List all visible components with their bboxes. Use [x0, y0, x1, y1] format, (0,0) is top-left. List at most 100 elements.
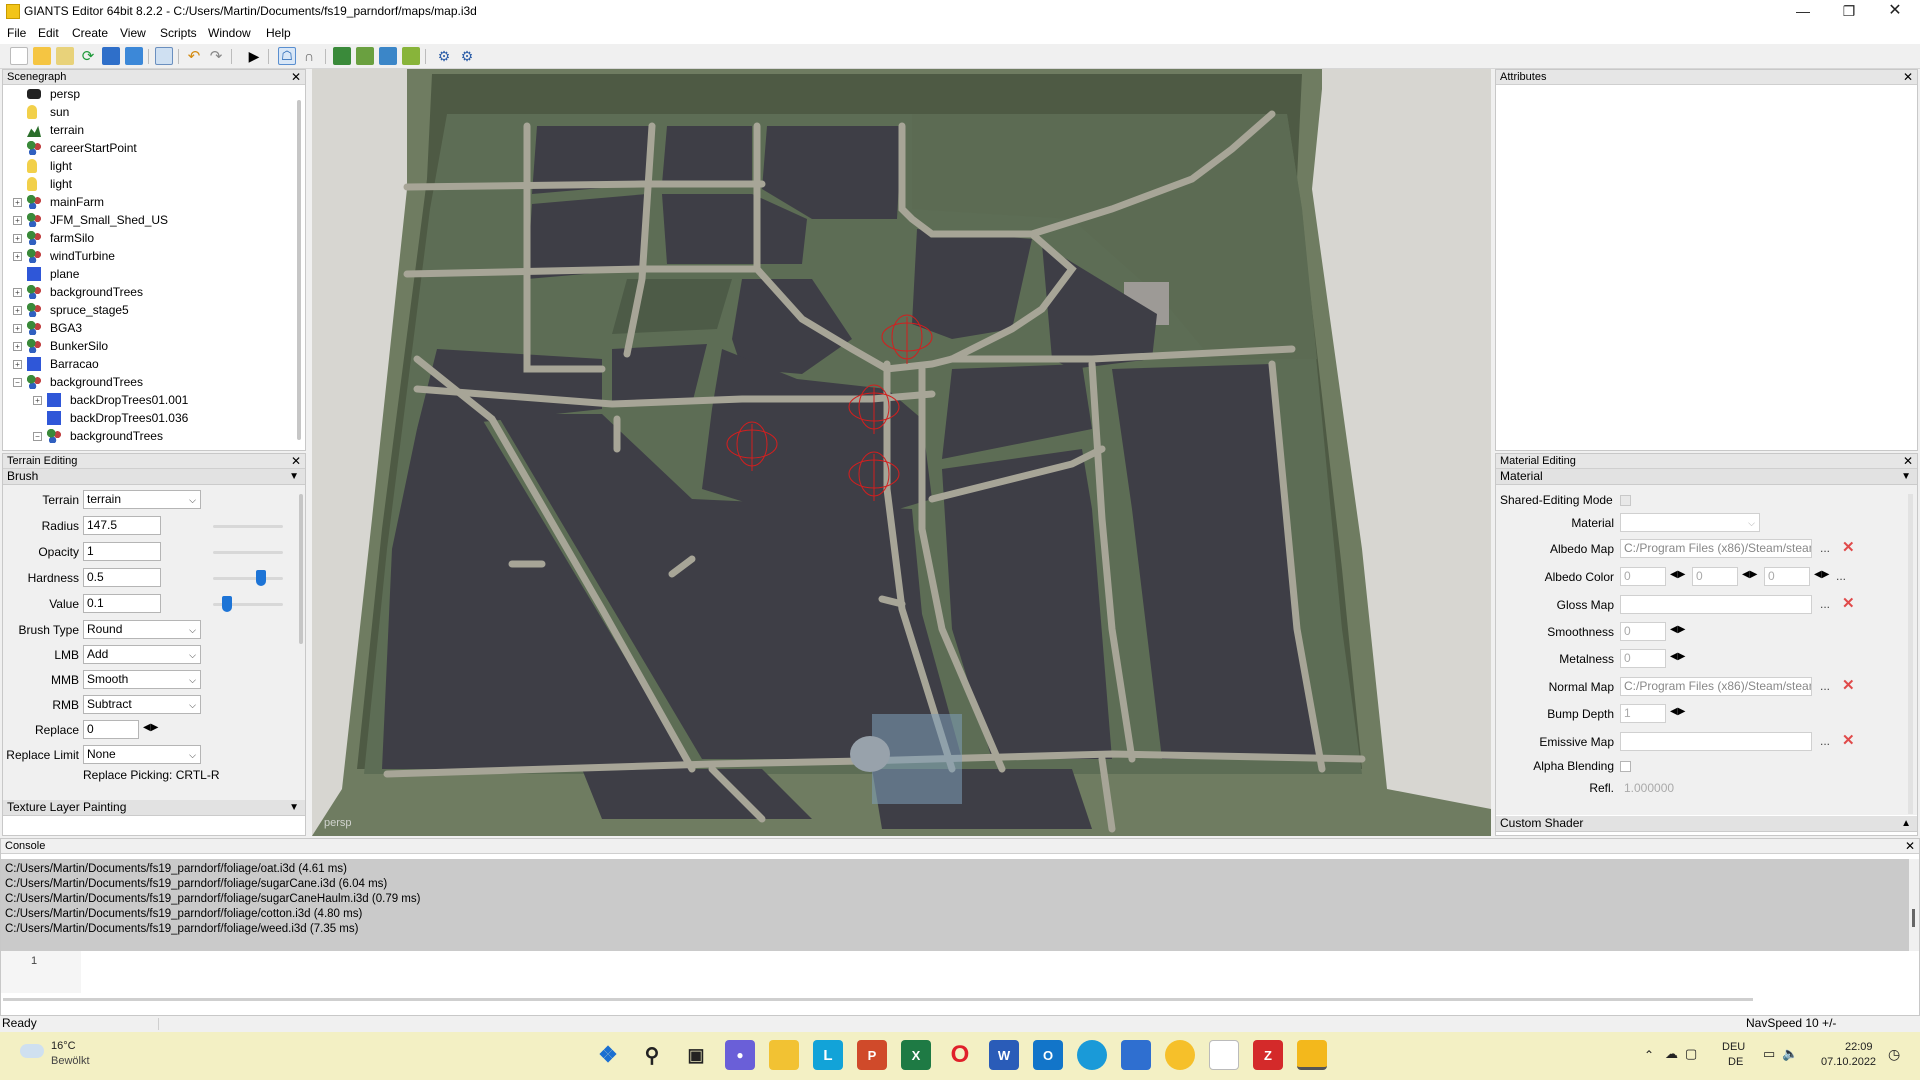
- albedo-g-field[interactable]: 0: [1692, 567, 1738, 586]
- select-mode-icon[interactable]: ☖: [278, 47, 296, 65]
- save-icon[interactable]: [102, 47, 120, 65]
- expand-icon[interactable]: +: [13, 342, 22, 351]
- excel-icon[interactable]: X: [901, 1040, 931, 1070]
- value-slider-thumb[interactable]: [222, 596, 232, 612]
- reload-icon[interactable]: ⟳: [79, 47, 97, 65]
- notification-icon[interactable]: ◷: [1888, 1046, 1900, 1063]
- material-select[interactable]: ⌵: [1620, 513, 1760, 532]
- menu-help[interactable]: Help: [266, 26, 291, 40]
- replace-limit-select[interactable]: None ⌵: [83, 745, 201, 764]
- chevron-up-icon[interactable]: ⌃: [1644, 1048, 1654, 1062]
- windows-start-icon[interactable]: ❖: [593, 1040, 623, 1070]
- alpha-blending-checkbox[interactable]: [1620, 761, 1631, 772]
- file-explorer-icon[interactable]: [769, 1040, 799, 1070]
- undo-icon[interactable]: ↶: [185, 47, 203, 65]
- giants-editor-taskbar-icon[interactable]: [1297, 1040, 1327, 1070]
- scenegraph-item[interactable]: + Barracao: [3, 355, 293, 373]
- albedo-map-field[interactable]: C:/Program Files (x86)/Steam/stean: [1620, 539, 1812, 558]
- 3d-viewport[interactable]: persp: [312, 69, 1491, 836]
- cloud-weather-icon[interactable]: [20, 1044, 44, 1058]
- save-as-icon[interactable]: [125, 47, 143, 65]
- metalness-field[interactable]: 0: [1620, 649, 1666, 668]
- scenegraph-item[interactable]: + mainFarm: [3, 193, 293, 211]
- terrain-paint-icon[interactable]: [356, 47, 374, 65]
- scenegraph-item[interactable]: + JFM_Small_Shed_US: [3, 211, 293, 229]
- browse-button[interactable]: ...: [1820, 597, 1830, 611]
- scenegraph-scrollbar[interactable]: [297, 100, 301, 440]
- import-icon[interactable]: [155, 47, 173, 65]
- clear-albedo-map-icon[interactable]: ✕: [1842, 538, 1855, 556]
- placement-icon[interactable]: [402, 47, 420, 65]
- albedo-r-field[interactable]: 0: [1620, 567, 1666, 586]
- emissive-map-field[interactable]: [1620, 732, 1812, 751]
- close-icon[interactable]: ✕: [1903, 454, 1913, 468]
- scenegraph-item[interactable]: + BGA3: [3, 319, 293, 337]
- albedo-b-field[interactable]: 0: [1764, 567, 1810, 586]
- store-icon[interactable]: [1121, 1040, 1151, 1070]
- custom-shader-section-header[interactable]: Custom Shader ▲: [1496, 816, 1917, 832]
- play-icon[interactable]: ▶: [245, 47, 263, 65]
- replace-spinner-icon[interactable]: ◀▶: [143, 722, 158, 733]
- menu-edit[interactable]: Edit: [38, 26, 59, 40]
- lexware-icon[interactable]: L: [813, 1040, 843, 1070]
- scenegraph-item[interactable]: + spruce_stage5: [3, 301, 293, 319]
- clear-emissive-map-icon[interactable]: ✕: [1842, 731, 1855, 749]
- expand-icon[interactable]: +: [13, 198, 22, 207]
- scenegraph-item[interactable]: light: [3, 175, 293, 193]
- menu-view[interactable]: View: [120, 26, 146, 40]
- scenegraph-item[interactable]: + backDropTrees01.001: [3, 391, 293, 409]
- move-mode-icon[interactable]: ∩: [300, 47, 318, 65]
- radius-field[interactable]: 147.5: [83, 516, 161, 535]
- outlook-icon[interactable]: O: [1033, 1040, 1063, 1070]
- scenegraph-item[interactable]: + backgroundTrees: [3, 283, 293, 301]
- opacity-slider[interactable]: [213, 551, 283, 554]
- hardness-slider[interactable]: [213, 577, 283, 580]
- material-scrollbar[interactable]: [1908, 494, 1913, 814]
- expand-icon[interactable]: +: [13, 252, 22, 261]
- material-section-header[interactable]: Material ▼: [1496, 469, 1917, 485]
- chrome-icon[interactable]: [1165, 1040, 1195, 1070]
- menu-create[interactable]: Create: [72, 26, 108, 40]
- collapse-icon[interactable]: −: [13, 378, 22, 387]
- terrain-select[interactable]: terrain ⌵: [83, 490, 201, 509]
- scenegraph-item[interactable]: light: [3, 157, 293, 175]
- clock-time[interactable]: 22:09: [1845, 1041, 1873, 1053]
- teams-chat-icon[interactable]: ●: [725, 1040, 755, 1070]
- maximize-button[interactable]: ❐: [1826, 0, 1872, 24]
- mmb-select[interactable]: Smooth ⌵: [83, 670, 201, 689]
- plugin-gear-icon[interactable]: ⚙: [458, 47, 476, 65]
- scenegraph-item[interactable]: − backgroundTrees: [3, 373, 293, 391]
- onedrive-icon[interactable]: ☁: [1665, 1046, 1678, 1062]
- edit-file-icon[interactable]: [56, 47, 74, 65]
- console-scrollbar-thumb[interactable]: [1912, 909, 1915, 927]
- scenegraph-item[interactable]: careerStartPoint: [3, 139, 293, 157]
- redo-icon[interactable]: ↷: [207, 47, 225, 65]
- opacity-field[interactable]: 1: [83, 542, 161, 561]
- minimize-button[interactable]: —: [1780, 0, 1826, 24]
- open-folder-icon[interactable]: [33, 47, 51, 65]
- scenegraph-item[interactable]: sun: [3, 103, 293, 121]
- clear-gloss-map-icon[interactable]: ✕: [1842, 594, 1855, 612]
- close-icon[interactable]: ✕: [291, 454, 301, 468]
- search-icon[interactable]: ⚲: [637, 1040, 667, 1070]
- terrain-sculpt-icon[interactable]: [333, 47, 351, 65]
- word-icon[interactable]: W: [989, 1040, 1019, 1070]
- volume-icon[interactable]: 🔈: [1782, 1046, 1798, 1062]
- terrain-editing-scrollbar[interactable]: [299, 494, 303, 644]
- albedo-r-spinner-icon[interactable]: ◀▶: [1670, 569, 1685, 580]
- browse-button[interactable]: ...: [1820, 679, 1830, 693]
- expand-icon[interactable]: +: [13, 324, 22, 333]
- albedo-b-spinner-icon[interactable]: ◀▶: [1814, 569, 1829, 580]
- texture-layer-section-header[interactable]: Texture Layer Painting ▼: [3, 800, 305, 816]
- language-top[interactable]: DEU: [1722, 1041, 1745, 1053]
- rmb-select[interactable]: Subtract ⌵: [83, 695, 201, 714]
- browse-button[interactable]: ...: [1820, 541, 1830, 555]
- notepad-icon[interactable]: [1209, 1040, 1239, 1070]
- scenegraph-item[interactable]: backDropTrees01.036: [3, 409, 293, 427]
- new-file-icon[interactable]: [10, 47, 28, 65]
- color-picker-button[interactable]: ...: [1836, 569, 1846, 583]
- expand-icon[interactable]: +: [13, 216, 22, 225]
- clock-date[interactable]: 07.10.2022: [1821, 1056, 1876, 1068]
- smoothness-field[interactable]: 0: [1620, 622, 1666, 641]
- brush-section-header[interactable]: Brush ▼: [3, 469, 305, 485]
